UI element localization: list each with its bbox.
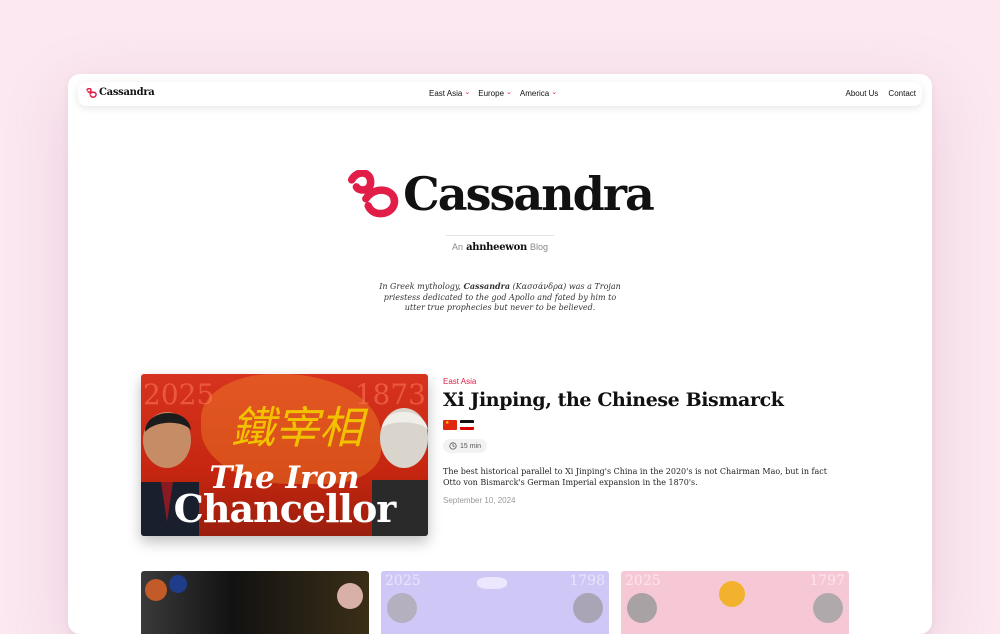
card-image-shape <box>387 593 417 623</box>
chevron-down-icon: ⌄ <box>506 89 512 96</box>
nav-menu-america[interactable]: America ⌄ <box>520 89 557 98</box>
card-image-shape <box>145 579 167 601</box>
chevron-down-icon: ⌄ <box>464 89 471 96</box>
article-date: September 10, 2024 <box>443 496 516 505</box>
read-time-badge: 15 min <box>443 439 488 453</box>
article-category[interactable]: East Asia <box>443 377 843 386</box>
article-title[interactable]: Xi Jinping, the Chinese Bismarck <box>443 389 843 411</box>
nav-logo[interactable]: Cassandra <box>86 87 155 98</box>
hero-brand: Cassandra <box>403 167 655 221</box>
nav-menu-label: Europe <box>478 89 505 98</box>
card-year-right: 1797 <box>809 573 845 589</box>
china-flag-icon: ★ <box>443 420 457 430</box>
top-navbar: Cassandra East Asia ⌄ Europe ⌄ America ⌄… <box>78 82 922 106</box>
nav-menu-label: East Asia <box>429 89 463 98</box>
about-us-link[interactable]: About Us <box>846 89 879 98</box>
nav-brand: Cassandra <box>99 87 155 98</box>
article-card[interactable]: 2025 1798 <box>381 571 609 634</box>
hero-description: In Greek mythology, Cassandra (Κασσάνδρα… <box>375 281 625 314</box>
clock-icon <box>449 442 457 450</box>
hero-subtitle: An ahnheewon Blog <box>68 242 932 253</box>
cassandra-logo-icon <box>86 87 97 98</box>
card-image-shape <box>627 593 657 623</box>
nav-menu: East Asia ⌄ Europe ⌄ America ⌄ <box>429 89 557 98</box>
hero-divider <box>446 235 554 236</box>
image-title-line2: Chancellor <box>173 486 397 531</box>
hero-logo: Cassandra <box>347 167 655 221</box>
cassandra-logo-icon <box>348 170 399 218</box>
article-flags: ★ <box>443 420 843 430</box>
nav-menu-europe[interactable]: Europe ⌄ <box>478 89 512 98</box>
hero-section: Cassandra An ahnheewon Blog In Greek mytho… <box>68 170 932 314</box>
nav-menu-label: America <box>519 89 550 98</box>
desc-prefix: In Greek mythology, <box>379 282 461 291</box>
browser-window: Cassandra East Asia ⌄ Europe ⌄ America ⌄… <box>68 74 932 634</box>
hero-sub-prefix: An <box>452 242 464 252</box>
read-time-text: 15 min <box>460 442 482 450</box>
card-image-shape <box>813 593 843 623</box>
hero-sub-suffix: Blog <box>529 242 548 252</box>
card-year-right: 1798 <box>569 573 605 589</box>
german-empire-flag-icon <box>460 420 474 430</box>
card-image-shape <box>477 577 507 589</box>
article-card[interactable]: 2025 1797 <box>621 571 849 634</box>
author-name[interactable]: ahnheewon <box>466 242 527 253</box>
card-image-shape <box>337 583 363 609</box>
featured-article: East Asia Xi Jinping, the Chinese Bismar… <box>443 377 843 505</box>
card-image-shape <box>573 593 603 623</box>
nav-links: About Us Contact <box>846 89 916 98</box>
contact-link[interactable]: Contact <box>888 89 916 98</box>
featured-article-image[interactable]: 2025 1873 鐵宰相 The Iron Chancellor <box>141 374 428 536</box>
card-year-left: 2025 <box>385 573 421 589</box>
chevron-down-icon: ⌄ <box>551 89 558 96</box>
article-card[interactable] <box>141 571 369 634</box>
desc-name: Cassandra <box>463 281 511 291</box>
nav-menu-east-asia[interactable]: East Asia ⌄ <box>429 89 470 98</box>
card-image-shape <box>169 575 187 593</box>
image-calligraphy: 鐵宰相 <box>231 403 363 454</box>
article-excerpt: The best historical parallel to Xi Jinpi… <box>443 467 827 487</box>
card-image-shape <box>719 581 745 607</box>
card-year-left: 2025 <box>625 573 661 589</box>
